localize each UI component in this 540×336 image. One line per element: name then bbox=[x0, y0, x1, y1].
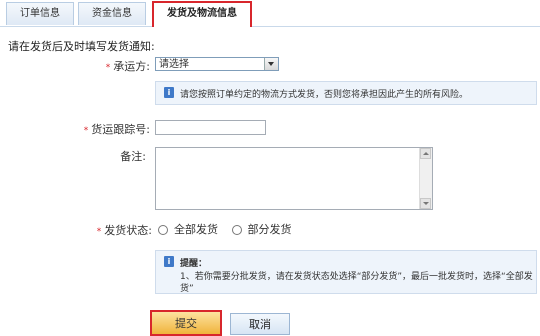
carrier-select[interactable]: 请选择 bbox=[155, 57, 279, 71]
radio-all-shipped[interactable]: 全部发货 bbox=[158, 221, 218, 237]
tab-shipping-logistics[interactable]: 发货及物流信息 bbox=[152, 1, 252, 27]
ship-status-radio-group: 全部发货 部分发货 bbox=[158, 221, 302, 237]
tracking-number-input[interactable] bbox=[155, 120, 266, 135]
tab-fund-info[interactable]: 资金信息 bbox=[78, 2, 146, 25]
ship-status-label: * 发货状态: bbox=[96, 224, 152, 237]
carrier-select-value: 请选择 bbox=[159, 59, 189, 70]
shipping-tip-box: i 提醒： 1、若你需要分批发货，请在发货状态处选择“部分发货”，最后一批发货时… bbox=[155, 250, 537, 294]
instruction-text: 请在发货后及时填写发货通知: bbox=[8, 40, 155, 53]
textarea-scrollbar[interactable] bbox=[419, 148, 432, 209]
scroll-up-icon[interactable] bbox=[420, 148, 431, 159]
info-icon: i bbox=[164, 256, 174, 267]
radio-circle-icon[interactable] bbox=[231, 225, 242, 235]
tip-title: 提醒： bbox=[180, 259, 208, 269]
radio-circle-icon[interactable] bbox=[158, 225, 168, 235]
info-icon: i bbox=[164, 87, 174, 98]
carrier-hint-box: i 请您按照订单约定的物流方式发货，否则您将承担因此产生的所有风险。 bbox=[155, 81, 537, 105]
tip-line-1: 1、若你需要分批发货，请在发货状态处选择“部分发货”，最后一批发货时，选择“全部… bbox=[180, 272, 533, 282]
tab-bar: 订单信息 资金信息 发货及物流信息 bbox=[0, 0, 540, 27]
remark-label: 备注: bbox=[120, 150, 146, 163]
chevron-down-icon[interactable] bbox=[264, 58, 278, 70]
scroll-down-icon[interactable] bbox=[420, 198, 431, 209]
submit-button[interactable]: 提交 bbox=[150, 310, 222, 336]
carrier-hint-text: 请您按照订单约定的物流方式发货，否则您将承担因此产生的所有风险。 bbox=[180, 90, 469, 100]
remark-textarea[interactable] bbox=[155, 147, 433, 210]
carrier-label: * 承运方: bbox=[105, 60, 150, 73]
tip-line-2: 货” bbox=[180, 284, 194, 294]
required-mark: * bbox=[83, 126, 89, 136]
required-mark: * bbox=[105, 63, 111, 73]
radio-partial-shipped[interactable]: 部分发货 bbox=[231, 221, 292, 237]
tracking-label: * 货运跟踪号: bbox=[83, 123, 150, 136]
required-mark: * bbox=[96, 227, 102, 237]
tab-order-info[interactable]: 订单信息 bbox=[6, 2, 74, 25]
cancel-button[interactable]: 取消 bbox=[230, 313, 290, 335]
